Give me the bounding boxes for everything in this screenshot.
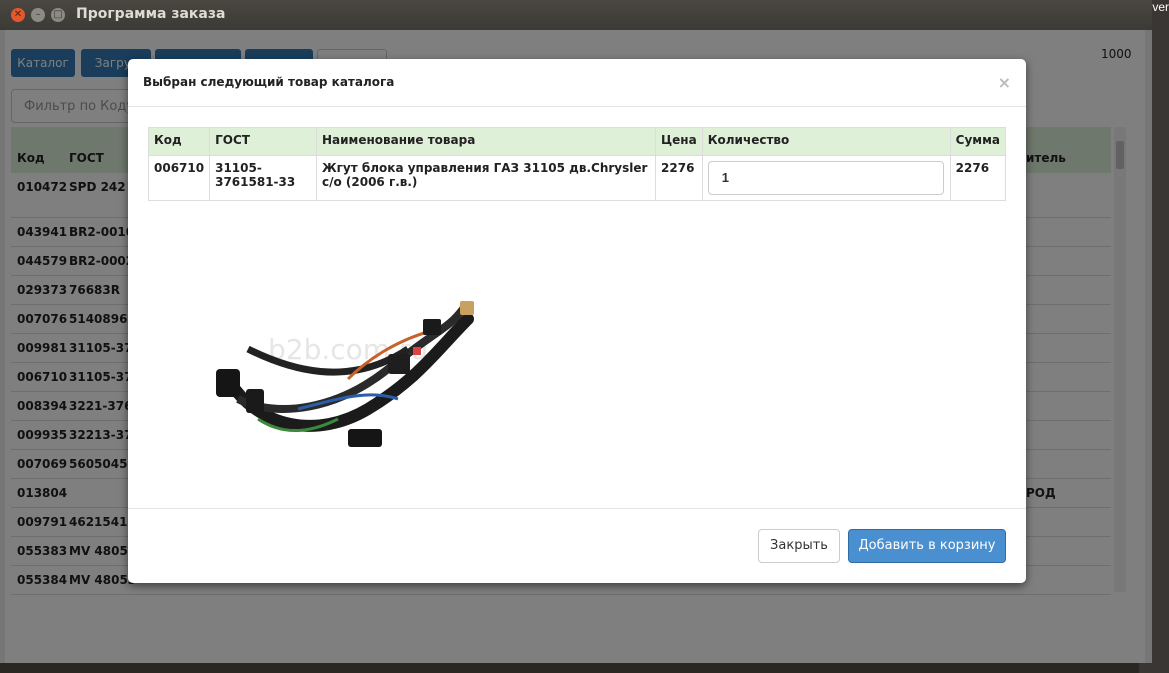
col-sum: Сумма [949,127,1007,156]
modal-title: Выбран следующий товар каталога [143,75,395,89]
product-gost: 31105-3761581-33 [209,155,317,201]
col-code: Код [147,127,211,156]
title-bar: ✕ – □ Программа заказа [0,0,1152,30]
qty-cell: 1 [701,155,951,201]
product-price: 2276 [655,155,703,201]
col-price: Цена [655,127,703,156]
window-title: Программа заказа [76,6,226,22]
close-button[interactable]: Закрыть [758,529,840,563]
col-qty: Количество [701,127,951,156]
selected-product-table: Код ГОСТ Наименование товара Цена Количе… [147,127,1007,201]
add-to-cart-button[interactable]: Добавить в корзину [848,529,1006,563]
product-sum: 2276 [949,155,1007,201]
product-name: Жгут блока управления ГАЗ 31105 дв.Chrys… [315,155,657,201]
col-name: Наименование товара [315,127,657,156]
product-code: 006710 [147,155,211,201]
col-gost: ГОСТ [209,127,317,156]
selected-product-header: Код ГОСТ Наименование товара Цена Количе… [147,127,1007,156]
modal-close-icon[interactable]: × [998,73,1011,92]
selected-product-row: 006710 31105-3761581-33 Жгут блока управ… [147,155,1007,201]
window-minimize-icon[interactable]: – [31,8,45,22]
product-modal: Выбран следующий товар каталога × Код ГО… [128,59,1026,583]
modal-header: Выбран следующий товар каталога × [128,59,1026,107]
desktop-text: ver [1152,0,1169,14]
window-close-icon[interactable]: ✕ [11,8,25,22]
product-image: b2b.com.ru [216,301,474,447]
modal-footer: Закрыть Добавить в корзину [128,508,1026,583]
window-maximize-icon[interactable]: □ [51,8,65,22]
quantity-input[interactable]: 1 [707,161,944,195]
